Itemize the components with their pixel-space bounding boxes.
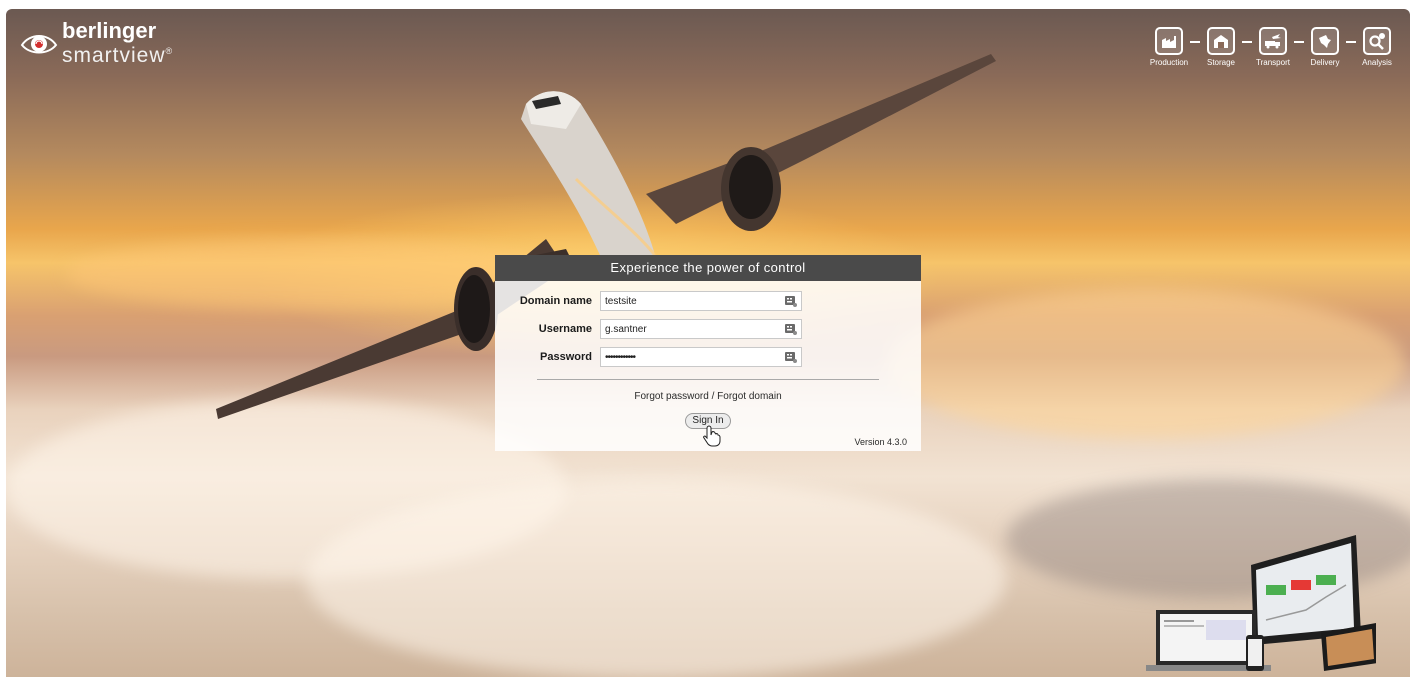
magnifier-icon	[1369, 33, 1385, 50]
brand-logo[interactable]: berlinger smartview®	[20, 18, 174, 67]
nav-transport-label: Transport	[1256, 58, 1290, 67]
nav-production[interactable]: Production	[1148, 27, 1190, 67]
keypad-icon[interactable]	[785, 351, 797, 363]
password-input[interactable]: ••••••••••••	[600, 347, 802, 367]
devices-illustration	[1146, 535, 1376, 671]
username-label: Username	[538, 323, 592, 335]
brand-name-smartview: smartview	[62, 44, 166, 67]
domain-input[interactable]: testsite	[600, 291, 802, 311]
trademark-mark: ®	[165, 46, 174, 56]
login-panel: Experience the power of control Domain n…	[495, 255, 921, 451]
password-row: Password ••••••••••••	[495, 347, 802, 367]
warehouse-icon	[1214, 35, 1228, 48]
domain-row: Domain name testsite	[495, 291, 802, 311]
nav-delivery[interactable]: Delivery	[1304, 27, 1346, 67]
truck-plane-icon	[1265, 34, 1281, 49]
nav-connector	[1242, 41, 1252, 43]
username-row: Username g.santner	[495, 319, 802, 339]
process-navigation: Production Storage Transport Delivery An…	[1148, 27, 1398, 67]
nav-production-label: Production	[1149, 58, 1189, 67]
background-hero: berlinger smartview® Production Storage …	[6, 9, 1410, 677]
delivery-hand-icon	[1319, 35, 1331, 48]
password-value: ••••••••••••	[605, 351, 636, 363]
keypad-icon[interactable]	[785, 295, 797, 307]
nav-analysis-label: Analysis	[1362, 58, 1392, 67]
nav-storage[interactable]: Storage	[1200, 27, 1242, 67]
forgot-link[interactable]: Forgot password / Forgot domain	[495, 391, 921, 402]
eye-logo-icon	[20, 34, 58, 53]
brand-name-berlinger: berlinger	[62, 18, 157, 43]
nav-delivery-label: Delivery	[1310, 58, 1340, 67]
nav-connector	[1346, 41, 1356, 43]
hand-cursor-icon	[703, 425, 721, 447]
nav-storage-label: Storage	[1206, 58, 1236, 67]
domain-value: testsite	[605, 295, 637, 307]
version-label: Version 4.3.0	[854, 437, 907, 447]
username-input[interactable]: g.santner	[600, 319, 802, 339]
domain-label: Domain name	[519, 295, 592, 307]
nav-connector	[1294, 41, 1304, 43]
nav-transport[interactable]: Transport	[1252, 27, 1294, 67]
login-title: Experience the power of control	[495, 255, 921, 281]
username-value: g.santner	[605, 323, 647, 335]
nav-analysis[interactable]: Analysis	[1356, 27, 1398, 67]
nav-connector	[1190, 41, 1200, 43]
divider	[537, 379, 879, 380]
factory-icon	[1162, 36, 1176, 48]
keypad-icon[interactable]	[785, 323, 797, 335]
password-label: Password	[540, 351, 592, 363]
